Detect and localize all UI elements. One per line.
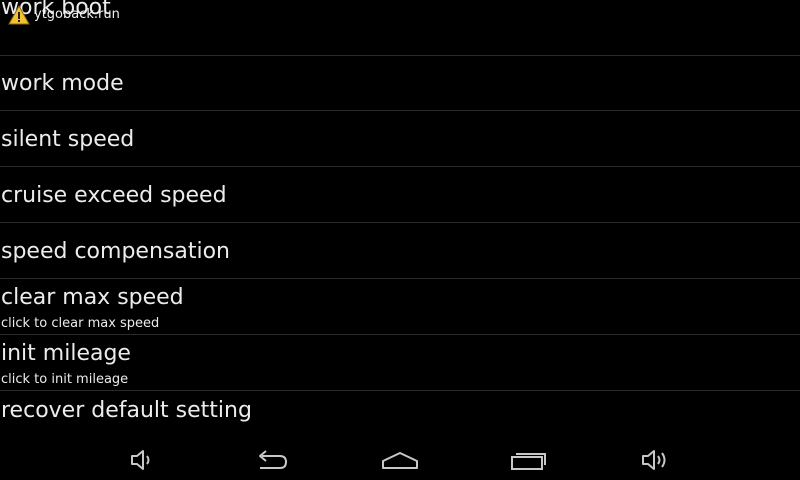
setting-summary: click to init mileage	[1, 372, 129, 387]
setting-summary: click to clear max speed	[1, 316, 160, 331]
setting-work-boot[interactable]: work boot	[0, 0, 800, 56]
home-icon	[382, 452, 418, 469]
setting-title: cruise exceed speed	[1, 183, 227, 208]
navigation-bar	[0, 440, 800, 480]
setting-speed-compensation[interactable]: speed compensation	[0, 224, 800, 279]
home-button[interactable]	[370, 444, 430, 476]
setting-init-mileage[interactable]: init mileage click to init mileage	[0, 336, 800, 391]
setting-title: recover default setting	[1, 398, 252, 423]
setting-title: clear max speed	[1, 285, 184, 310]
setting-clear-max-speed[interactable]: clear max speed click to clear max speed	[0, 280, 800, 335]
volume-down-button[interactable]	[112, 444, 172, 476]
setting-title: silent speed	[1, 127, 135, 152]
setting-title: speed compensation	[1, 239, 230, 264]
setting-silent-speed[interactable]: silent speed	[0, 112, 800, 167]
volume-up-button[interactable]	[626, 444, 686, 476]
setting-recover-default[interactable]: recover default setting	[0, 392, 800, 440]
warning-icon	[8, 4, 30, 25]
settings-screen: ytgoback.run work boot work mode silent …	[0, 0, 800, 480]
setting-work-mode[interactable]: work mode	[0, 56, 800, 111]
setting-cruise-exceed-speed[interactable]: cruise exceed speed	[0, 168, 800, 223]
volume-up-icon	[642, 450, 666, 470]
volume-down-icon	[131, 450, 150, 470]
back-icon	[259, 450, 288, 469]
recent-apps-icon	[511, 453, 546, 470]
setting-title: work mode	[1, 71, 124, 96]
back-button[interactable]	[242, 444, 302, 476]
recent-apps-button[interactable]	[499, 444, 559, 476]
setting-title: init mileage	[1, 341, 131, 366]
notification-toast: ytgoback.run	[8, 4, 120, 26]
settings-list: work boot work mode silent speed cruise …	[0, 0, 800, 440]
notification-app-name: ytgoback.run	[34, 7, 120, 22]
